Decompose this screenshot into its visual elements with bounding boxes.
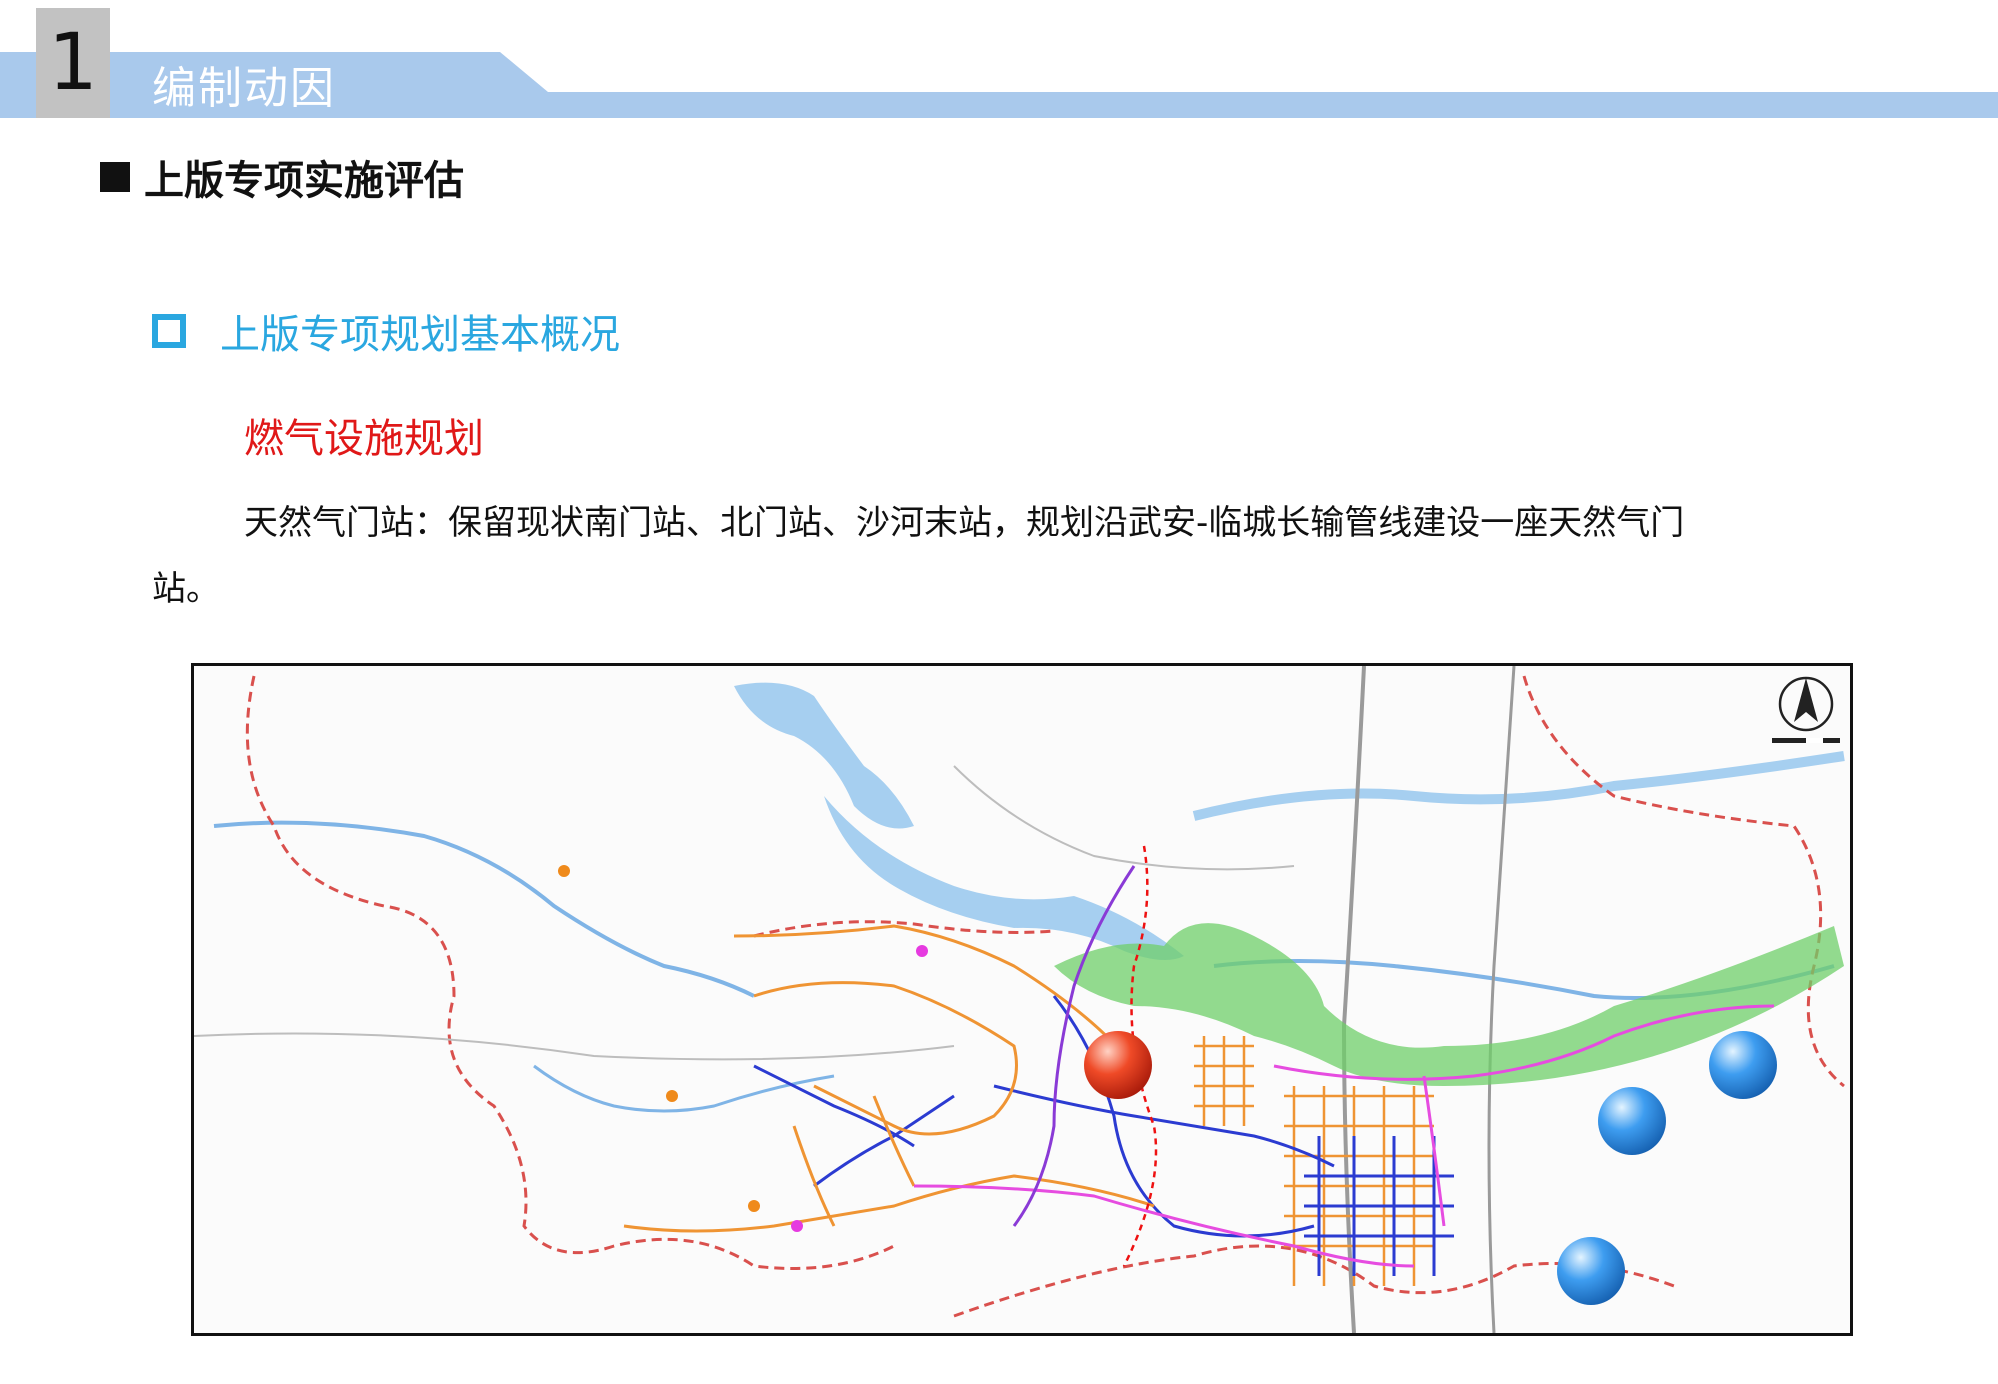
scale-bar [1772, 738, 1840, 743]
existing-station-marker [1709, 1031, 1777, 1099]
section-number: 1 [36, 8, 110, 118]
heading-evaluation-text: 上版专项实施评估 [144, 158, 464, 204]
station-dot [666, 1090, 678, 1102]
station-dot [558, 865, 570, 877]
body-paragraph: 天然气门站：保留现状南门站、北门站、沙河末站，规划沿武安-临城长输管线建设一座天… [152, 503, 1685, 609]
planned-gate-station-marker [1084, 1031, 1152, 1099]
heading-evaluation: 上版专项实施评估 [100, 148, 464, 206]
north-arrow-icon [1778, 676, 1834, 732]
county-border [245, 675, 895, 1270]
heading-overview: 上版专项规划基本概况 [152, 302, 620, 360]
station-dot [748, 1200, 760, 1212]
hollow-square-bullet-icon [152, 314, 186, 348]
reservoir [734, 682, 914, 829]
river [1192, 751, 1845, 821]
station-dot [791, 1220, 803, 1232]
heading-overview-text: 上版专项规划基本概况 [220, 312, 620, 358]
river [213, 820, 755, 998]
existing-station-marker [1557, 1237, 1625, 1305]
heading-gas-facilities: 燃气设施规划 [244, 416, 484, 462]
road [194, 1032, 955, 1061]
station-dot [916, 945, 928, 957]
square-bullet-icon [100, 162, 130, 192]
section-title: 编制动因 [152, 63, 336, 114]
gas-facility-map [191, 663, 1853, 1336]
existing-station-marker [1598, 1087, 1666, 1155]
road [1487, 666, 1516, 1333]
map-canvas [194, 666, 1845, 1333]
road [953, 765, 1295, 871]
river [533, 1064, 835, 1113]
